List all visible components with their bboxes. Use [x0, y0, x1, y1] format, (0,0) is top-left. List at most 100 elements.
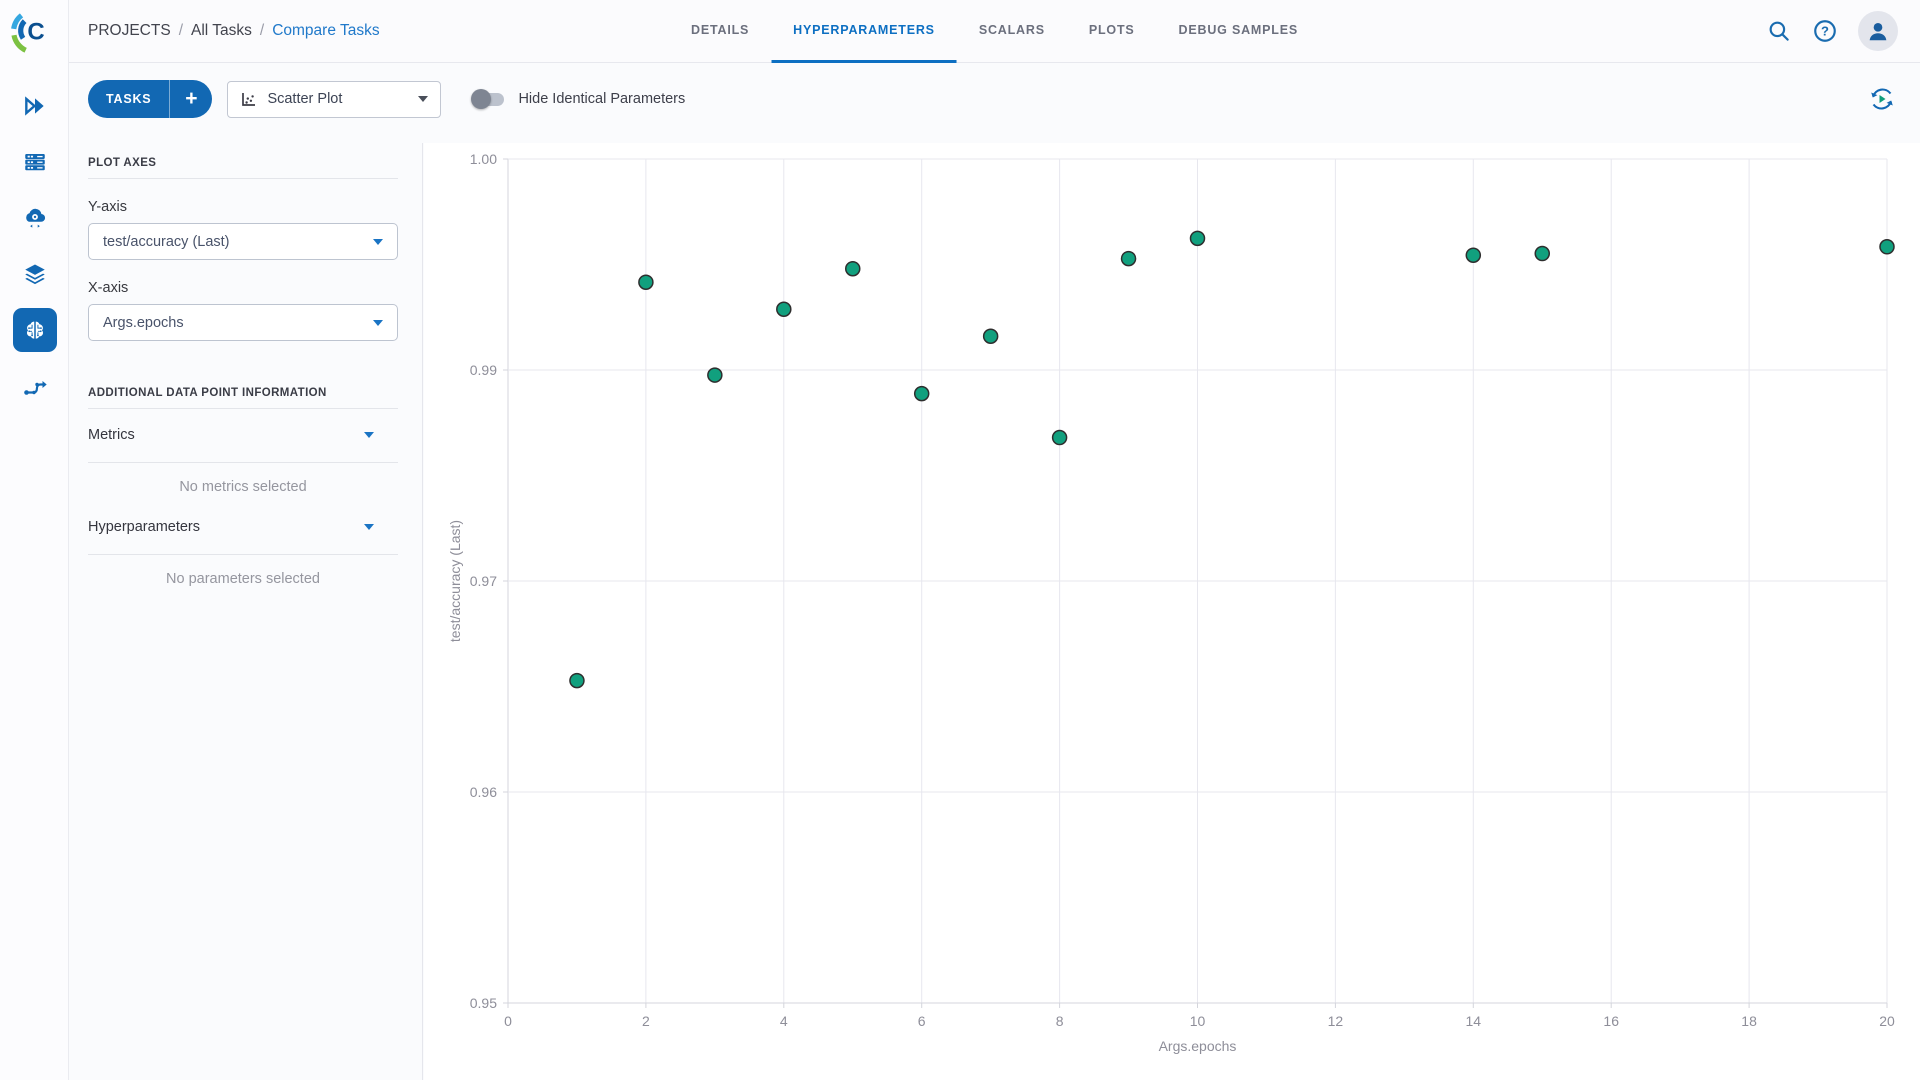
chart-area: 0 2 4 6 8 10 12 14 16 18 20 0.95 0.96 0.97 0.99 1.00 Arg… — [424, 143, 1920, 1080]
scatter-chart[interactable]: 0 2 4 6 8 10 12 14 16 18 20 0.95 0.96 0.97 0.99 1.00 Arg… — [424, 143, 1920, 1080]
y-axis-title: test/accuracy (Last) — [447, 520, 463, 642]
metrics-collapse-header[interactable]: Metrics — [88, 409, 398, 453]
person-icon — [1865, 18, 1891, 44]
scatter-plot-icon — [240, 91, 257, 108]
x-tick-label: 12 — [1328, 1013, 1344, 1029]
tab-plots[interactable]: PLOTS — [1067, 0, 1157, 63]
scatter-point[interactable] — [708, 368, 722, 382]
x-axis-label: X-axis — [88, 280, 398, 296]
y-axis-value: test/accuracy (Last) — [103, 234, 230, 250]
scatter-point[interactable] — [1880, 240, 1894, 254]
clearml-logo[interactable]: C — [9, 6, 59, 56]
chevron-down-icon — [364, 524, 374, 530]
plot-axes-title: PLOT AXES — [88, 151, 398, 169]
spacer — [88, 341, 398, 381]
tab-scalars[interactable]: SCALARS — [957, 0, 1067, 63]
x-tick-label: 14 — [1466, 1013, 1482, 1029]
metrics-label: Metrics — [88, 427, 135, 443]
chevron-down-icon — [364, 432, 374, 438]
scatter-point[interactable] — [639, 275, 653, 289]
double-chevron-icon — [22, 93, 48, 119]
y-axis-label: Y-axis — [88, 199, 398, 215]
layers-icon — [22, 261, 48, 287]
auto-refresh-icon[interactable] — [1868, 85, 1896, 113]
help-icon[interactable]: ? — [1812, 18, 1838, 44]
tab-debug-samples[interactable]: DEBUG SAMPLES — [1157, 0, 1320, 63]
add-task-button[interactable]: + — [170, 81, 212, 117]
scatter-point[interactable] — [1053, 431, 1067, 445]
y-tick-label: 0.95 — [470, 995, 497, 1011]
tasks-button[interactable]: TASKS + — [88, 80, 212, 118]
scatter-point[interactable] — [570, 674, 584, 688]
top-header: PROJECTS / All Tasks / Compare Tasks DET… — [69, 0, 1920, 63]
breadcrumb-all-tasks[interactable]: All Tasks — [191, 22, 252, 40]
plot-type-select[interactable]: Scatter Plot — [227, 81, 441, 118]
toggle-knob — [471, 89, 491, 109]
active-item-highlight — [13, 308, 57, 352]
x-tick-label: 8 — [1056, 1013, 1064, 1029]
toggle-switch[interactable] — [474, 93, 504, 106]
app-root: C — [0, 0, 1920, 1080]
metrics-empty-state: No metrics selected — [88, 463, 398, 501]
x-tick-label: 2 — [642, 1013, 650, 1029]
left-nav-rail: C — [0, 0, 69, 1080]
hide-identical-toggle[interactable]: Hide Identical Parameters — [474, 91, 685, 107]
scatter-point[interactable] — [777, 302, 791, 316]
scatter-point[interactable] — [846, 262, 860, 276]
chevron-down-icon — [418, 96, 428, 102]
scatter-point[interactable] — [915, 387, 929, 401]
sidebar-item-data-processing[interactable] — [0, 190, 69, 246]
chevron-down-icon — [373, 239, 383, 245]
sidebar-item-pipelines[interactable] — [0, 358, 69, 414]
sidebar-item-experiments-active[interactable] — [0, 302, 69, 358]
x-tick-label: 10 — [1190, 1013, 1206, 1029]
user-avatar[interactable] — [1858, 11, 1898, 51]
breadcrumb-separator: / — [260, 22, 264, 40]
hyperparameters-empty-state: No parameters selected — [88, 555, 398, 593]
x-axis-title: Args.epochs — [1159, 1038, 1237, 1054]
x-tick-label: 16 — [1603, 1013, 1619, 1029]
sidebar-item-datasets[interactable] — [0, 246, 69, 302]
scatter-point[interactable] — [1122, 252, 1136, 266]
scatter-point[interactable] — [984, 329, 998, 343]
hide-identical-label: Hide Identical Parameters — [518, 91, 685, 107]
x-axis-select[interactable]: Args.epochs — [88, 304, 398, 341]
sidebar-item-projects[interactable] — [0, 78, 69, 134]
breadcrumb: PROJECTS / All Tasks / Compare Tasks — [88, 22, 380, 40]
x-tick-label: 18 — [1741, 1013, 1757, 1029]
brain-icon — [22, 317, 48, 343]
pipeline-icon — [22, 373, 48, 399]
scatter-point[interactable] — [1535, 247, 1549, 261]
y-tick-label: 0.99 — [470, 362, 497, 378]
y-tick-label: 0.96 — [470, 784, 497, 800]
additional-info-title: ADDITIONAL DATA POINT INFORMATION — [88, 381, 398, 399]
y-tick-label: 1.00 — [470, 151, 497, 167]
x-tick-label: 4 — [780, 1013, 788, 1029]
toolbar: TASKS + Scatter Plot Hide Identical Para… — [69, 63, 1920, 143]
breadcrumb-separator: / — [179, 22, 183, 40]
svg-text:?: ? — [1821, 24, 1829, 39]
scatter-point[interactable] — [1466, 248, 1480, 262]
y-tick-label: 0.97 — [470, 573, 497, 589]
tab-hyperparameters[interactable]: HYPERPARAMETERS — [771, 0, 957, 63]
tab-bar: DETAILS HYPERPARAMETERS SCALARS PLOTS DE… — [669, 0, 1320, 63]
tasks-button-label: TASKS — [88, 92, 169, 106]
breadcrumb-compare-tasks[interactable]: Compare Tasks — [272, 22, 379, 40]
divider — [88, 178, 398, 179]
sidebar-item-workers-queues[interactable] — [0, 134, 69, 190]
hyperparameters-collapse-header[interactable]: Hyperparameters — [88, 501, 398, 545]
plot-type-value: Scatter Plot — [267, 91, 342, 107]
x-tick-label: 6 — [918, 1013, 926, 1029]
cloud-gear-icon — [22, 205, 48, 231]
breadcrumb-projects[interactable]: PROJECTS — [88, 22, 171, 40]
tab-details[interactable]: DETAILS — [669, 0, 771, 63]
x-tick-label: 0 — [504, 1013, 512, 1029]
header-actions: ? — [1766, 11, 1920, 51]
scatter-point[interactable] — [1191, 231, 1205, 245]
svg-text:C: C — [27, 18, 44, 45]
search-icon[interactable] — [1766, 18, 1792, 44]
y-axis-select[interactable]: test/accuracy (Last) — [88, 223, 398, 260]
server-icon — [22, 149, 48, 175]
hyperparameters-label: Hyperparameters — [88, 519, 200, 535]
x-tick-label: 20 — [1879, 1013, 1895, 1029]
